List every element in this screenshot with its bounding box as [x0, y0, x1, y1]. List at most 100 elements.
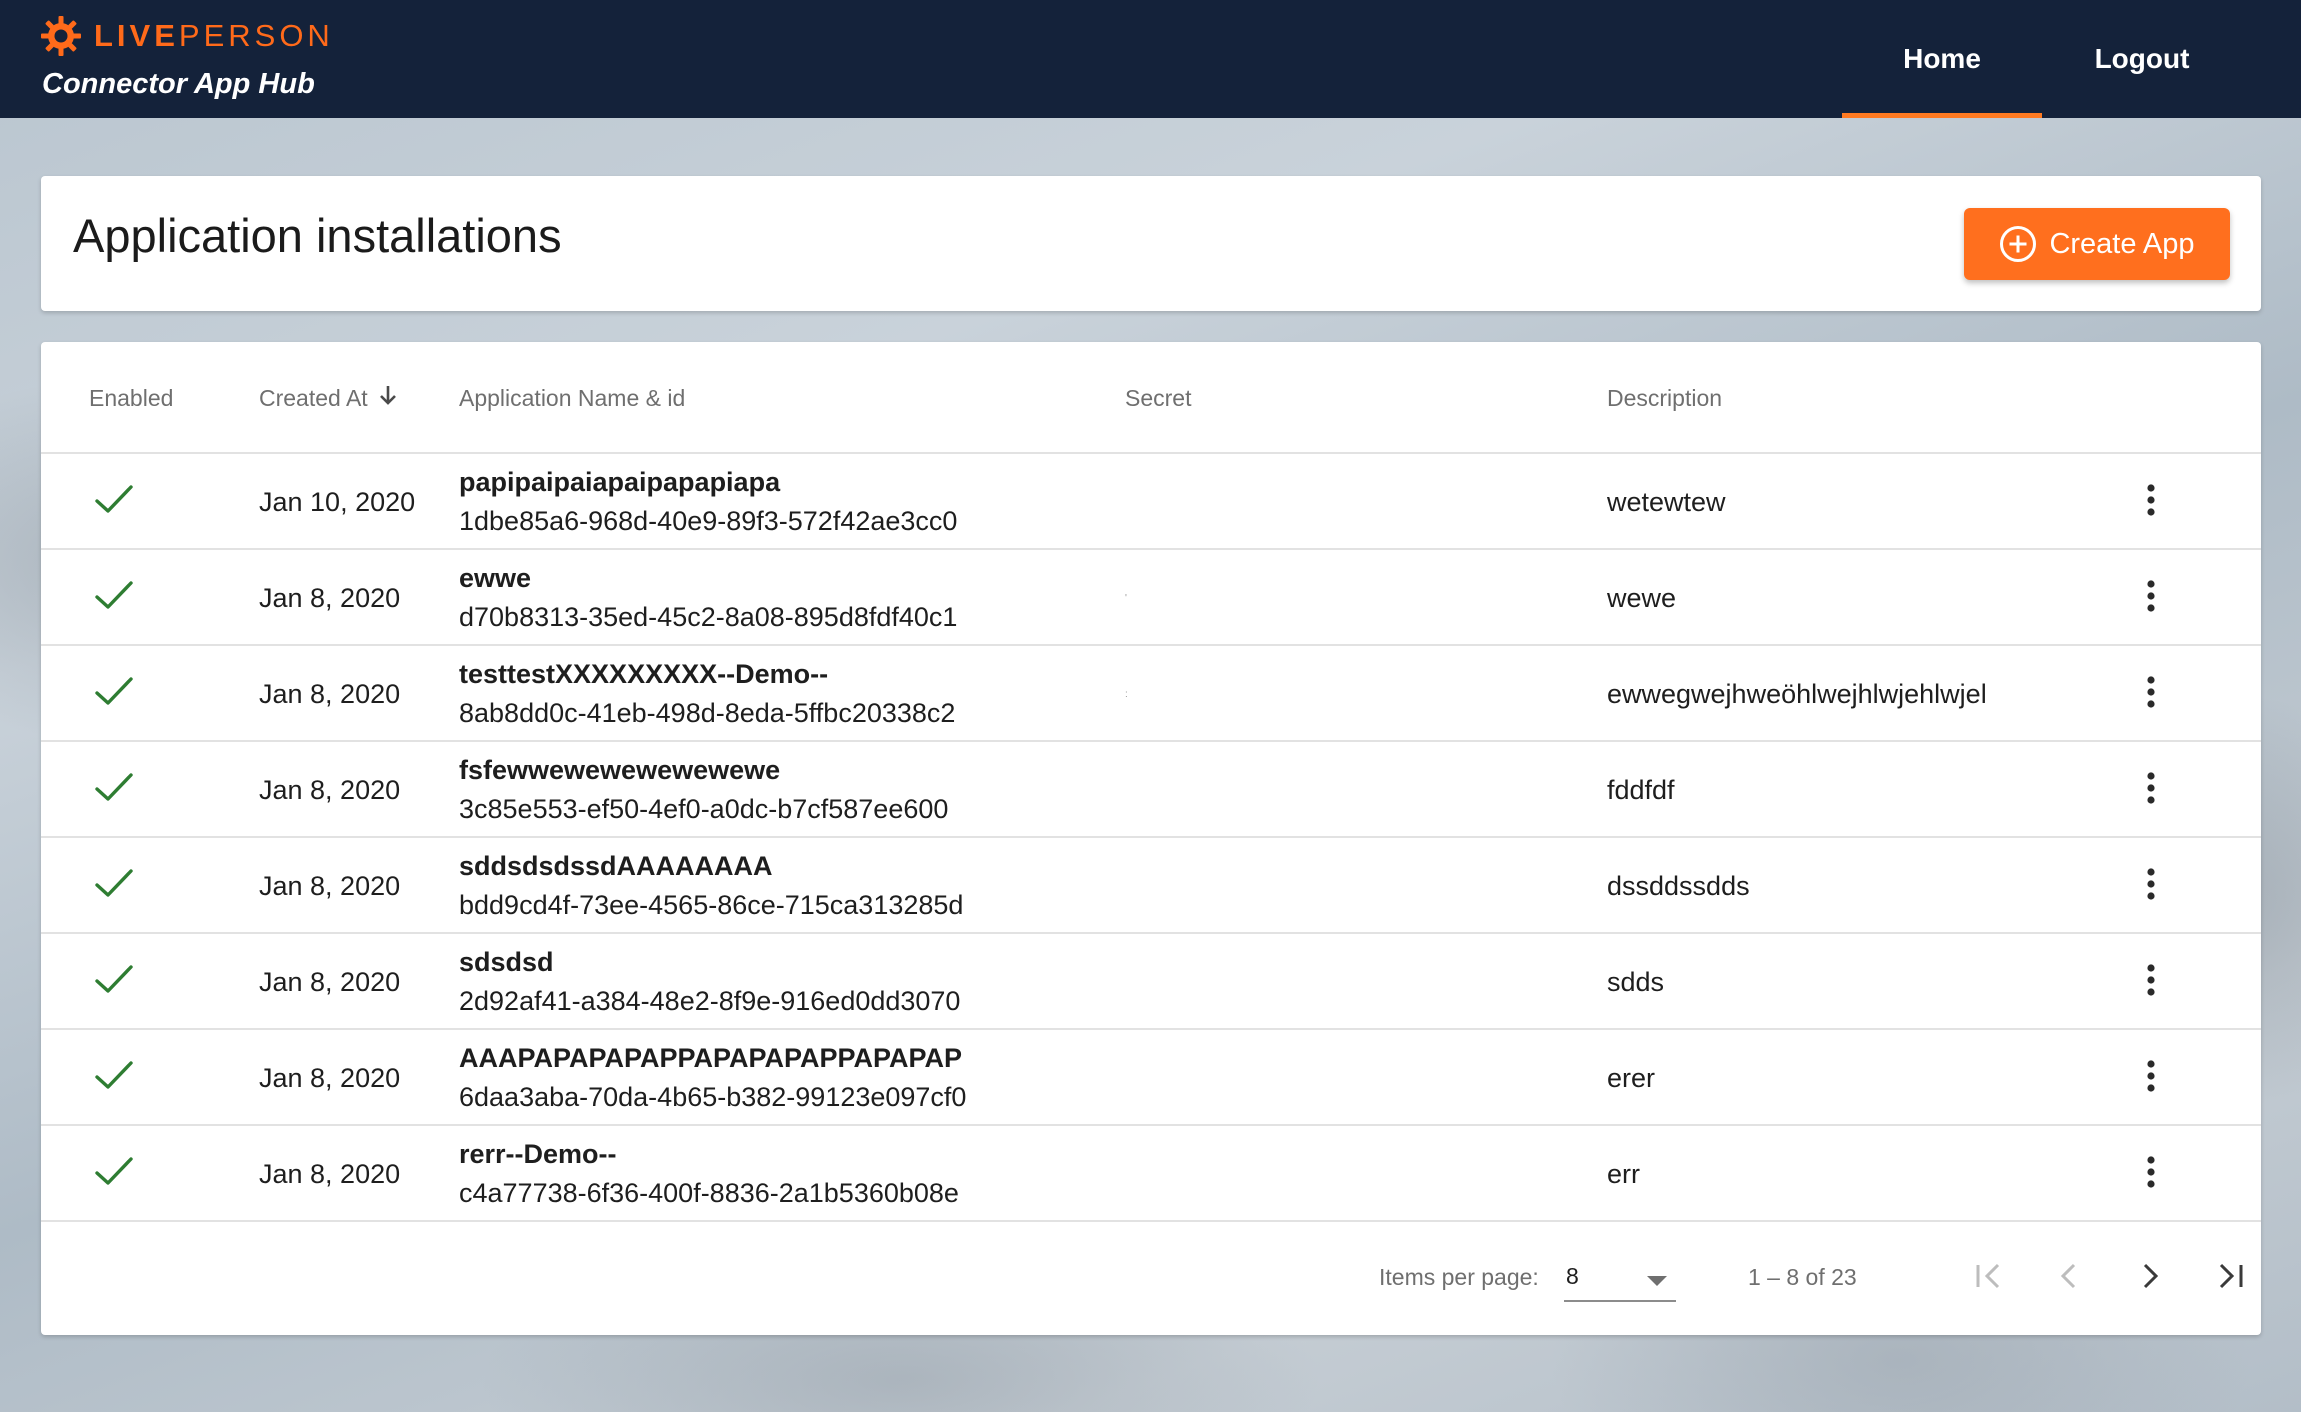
app-id: bdd9cd4f-73ee-4565-86ce-715ca313285d [459, 890, 964, 920]
row-menu-button[interactable] [2131, 550, 2171, 646]
row-menu-button[interactable] [2131, 1030, 2171, 1126]
app-name-id-cell: papipaipaiapaipapapiapa 1dbe85a6-968d-40e… [459, 454, 957, 550]
next-page-button[interactable] [2124, 1252, 2176, 1304]
nav-home[interactable]: Home [1842, 0, 2042, 118]
column-header-description: Description [1607, 384, 1723, 411]
description-cell: wetewtew [1607, 486, 1726, 517]
created-at-cell: Jan 8, 2020 [259, 774, 401, 805]
app-name-id-cell: sddsdsdssdAAAAAAAA bdd9cd4f-73ee-4565-86c… [459, 838, 963, 934]
row-menu-button[interactable] [2131, 934, 2171, 1030]
description-cell: sdds [1607, 966, 1665, 997]
arrow-down-icon [378, 384, 398, 412]
column-header-created-at[interactable]: Created At [259, 342, 398, 454]
table-row[interactable]: Jan 8, 2020 rerr--Demo-- c4a77738-6f36-400… [41, 1126, 2261, 1222]
check-icon [94, 1155, 134, 1194]
enabled-cell [94, 1126, 134, 1222]
chevron-right-icon [2133, 1259, 2167, 1298]
caret-down-icon [1646, 1274, 1668, 1292]
app-name: AAAPAPAPAPAPPAPAPAPAPPAPAPAP [459, 1043, 963, 1073]
page-title: Application installations [73, 209, 562, 262]
check-icon [94, 579, 134, 618]
table-row[interactable]: Jan 10, 2020 papipaipaiapaipapapiapa 1dbe8… [41, 454, 2261, 550]
chevron-left-icon [2052, 1259, 2086, 1298]
app-id: d70b8313-35ed-45c2-8a08-895d8fdf40c1 [459, 602, 958, 632]
created-at-cell: Jan 8, 2020 [259, 582, 401, 613]
app-name: ewwe [459, 563, 532, 593]
table-row[interactable]: Jan 8, 2020 testtestXXXXXXXXX--Demo-- 8ab8… [41, 646, 2261, 742]
more-vertical-icon [2146, 867, 2156, 906]
created-at-cell: Jan 8, 2020 [259, 1062, 401, 1093]
first-page-icon [1972, 1259, 2006, 1298]
app-name-id-cell: sdsdsd 2d92af41-a384-48e2-8f9e-916ed0dd30… [459, 934, 960, 1030]
more-vertical-icon [2146, 1059, 2156, 1098]
app-name-id-cell: fsfewwewewewewewewe 3c85e553-ef50-4ef0-a0… [459, 742, 948, 838]
page-range: 1 – 8 of 23 [1748, 1264, 1857, 1290]
app-name: papipaipaiapaipapapiapa [459, 467, 781, 497]
table-row[interactable]: Jan 8, 2020 AAAPAPAPAPAPPAPAPAPAPPAPAPAP 6… [41, 1030, 2261, 1126]
column-header-secret: Secret [1125, 384, 1192, 411]
row-menu-button[interactable] [2131, 742, 2171, 838]
app-name: sddsdsdssdAAAAAAAA [459, 851, 773, 881]
check-icon [94, 867, 134, 906]
last-page-button[interactable] [2204, 1252, 2256, 1304]
row-menu-button[interactable] [2131, 646, 2171, 742]
description-cell: err [1607, 1158, 1640, 1189]
more-vertical-icon [2146, 579, 2156, 618]
app-id: 1dbe85a6-968d-40e9-89f3-572f42ae3cc0 [459, 506, 958, 536]
first-page-button[interactable] [1963, 1252, 2015, 1304]
table-row[interactable]: Jan 8, 2020 ewwe d70b8313-35ed-45c2-8a08-8… [41, 550, 2261, 646]
enabled-cell [94, 454, 134, 550]
more-vertical-icon [2146, 675, 2156, 714]
app-id: 8ab8dd0c-41eb-498d-8eda-5ffbc20338c2 [459, 698, 956, 728]
items-per-page-value: 8 [1566, 1262, 1579, 1289]
app-id: 6daa3aba-70da-4b65-b382-99123e097cf0 [459, 1082, 967, 1112]
row-menu-button[interactable] [2131, 454, 2171, 550]
top-bar: LIVEPERSON Connector App Hub Home Logout [0, 0, 2301, 118]
description-cell: fddfdf [1607, 774, 1675, 805]
more-vertical-icon [2146, 771, 2156, 810]
app-name-id-cell: AAAPAPAPAPAPPAPAPAPAPPAPAPAP 6daa3aba-70d… [459, 1030, 966, 1126]
table-row[interactable]: Jan 8, 2020 sdsdsd 2d92af41-a384-48e2-8f9e… [41, 934, 2261, 1030]
app-name: sdsdsd [459, 947, 554, 977]
app-name: fsfewwewewewewewewe [459, 755, 781, 785]
more-vertical-icon [2146, 483, 2156, 522]
app-name: rerr--Demo-- [459, 1139, 617, 1169]
previous-page-button[interactable] [2043, 1252, 2095, 1304]
last-page-icon [2213, 1259, 2247, 1298]
row-menu-button[interactable] [2131, 838, 2171, 934]
brand: LIVEPERSON Connector App Hub [40, 14, 334, 102]
installations-table: Enabled Created At Application Name & id… [41, 342, 2261, 1335]
app-name-id-cell: rerr--Demo-- c4a77738-6f36-400f-8836-2a1b… [459, 1126, 959, 1222]
check-icon [94, 483, 134, 522]
liveperson-logo-icon [40, 15, 82, 57]
row-menu-button[interactable] [2131, 1126, 2171, 1222]
description-cell: wewe [1607, 582, 1677, 613]
created-at-cell: Jan 10, 2020 [259, 486, 416, 517]
plus-circle-icon [1999, 225, 2037, 263]
column-header-name-id: Application Name & id [459, 384, 686, 411]
enabled-cell [94, 742, 134, 838]
app-id: 2d92af41-a384-48e2-8f9e-916ed0dd3070 [459, 986, 961, 1016]
description-cell: erer [1607, 1062, 1656, 1093]
column-header-enabled: Enabled [89, 384, 174, 411]
app-id: c4a77738-6f36-400f-8836-2a1b5360b08e [459, 1178, 959, 1208]
column-header-created-at-label: Created At [259, 384, 368, 411]
create-app-label: Create App [2049, 227, 2195, 260]
create-app-button[interactable]: Create App [1964, 208, 2230, 280]
items-per-page-select[interactable]: 8 [1564, 1252, 1676, 1302]
secret-cell: ' [1125, 592, 1127, 604]
check-icon [94, 963, 134, 1002]
app-name-id-cell: ewwe d70b8313-35ed-45c2-8a08-895d8fdf40c1 [459, 550, 957, 646]
table-row[interactable]: Jan 8, 2020 sddsdsdssdAAAAAAAA bdd9cd4f-73… [41, 838, 2261, 934]
enabled-cell [94, 1030, 134, 1126]
nav-logout[interactable]: Logout [2042, 0, 2242, 118]
created-at-cell: Jan 8, 2020 [259, 1158, 401, 1189]
check-icon [94, 771, 134, 810]
table-row[interactable]: Jan 8, 2020 fsfewwewewewewewewe 3c85e553-e… [41, 742, 2261, 838]
more-vertical-icon [2146, 1155, 2156, 1194]
created-at-cell: Jan 8, 2020 [259, 966, 401, 997]
check-icon [94, 675, 134, 714]
app-name: testtestXXXXXXXXX--Demo-- [459, 659, 829, 689]
description-cell: ewwegwejhweöhlwejhlwjehlwjel [1607, 678, 1987, 709]
app-name-id-cell: testtestXXXXXXXXX--Demo-- 8ab8dd0c-41eb-4… [459, 646, 955, 742]
